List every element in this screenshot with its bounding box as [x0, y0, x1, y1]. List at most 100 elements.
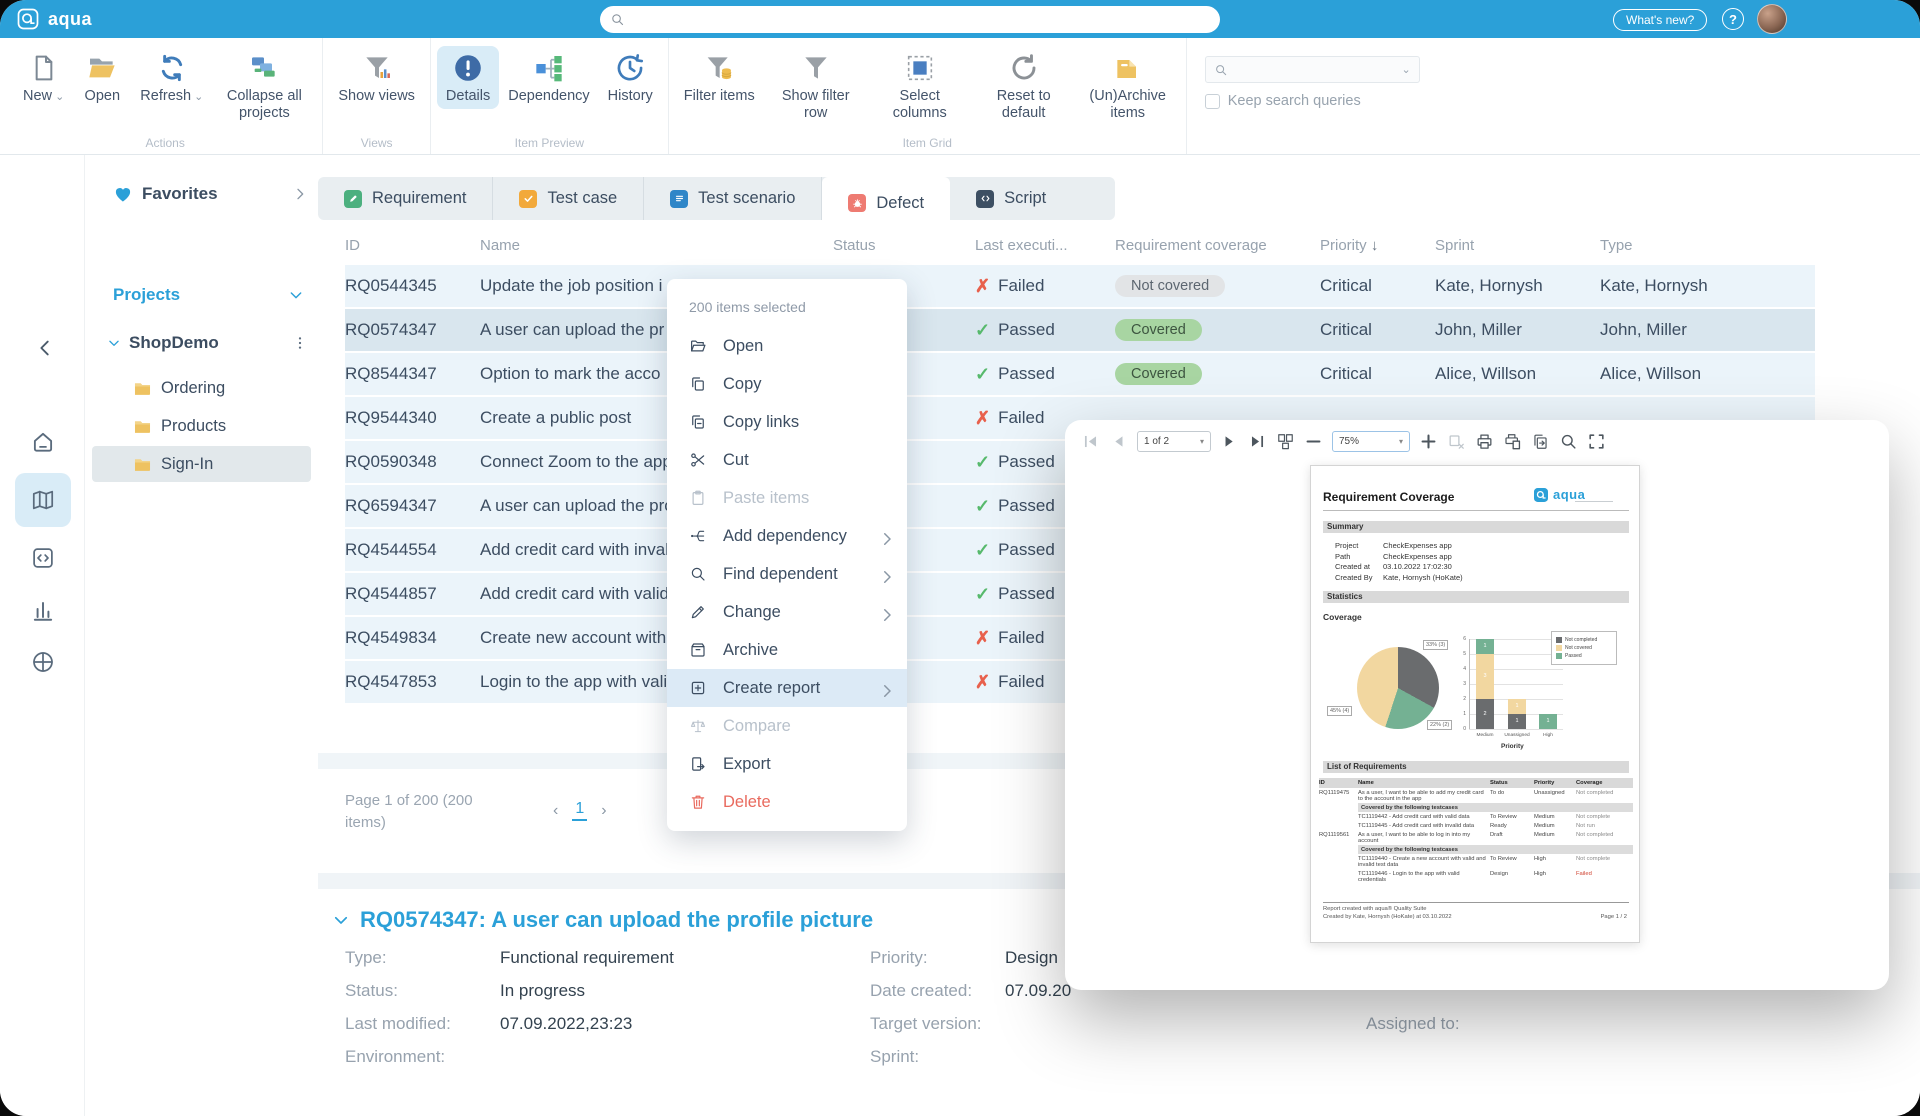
zoom-select[interactable]: 75% ▾	[1332, 430, 1410, 452]
kebab-menu-icon[interactable]	[292, 335, 308, 351]
pv-plus-icon[interactable]	[1419, 432, 1438, 451]
show-views-button[interactable]: Show views	[329, 46, 424, 109]
cell-id: RQ0590348	[345, 452, 437, 471]
table-row[interactable]: RQ0574347 A user can upload the pr ✓ Passed…	[345, 309, 1815, 351]
select-columns-button[interactable]: Select columns	[868, 46, 972, 126]
rail-item-home[interactable]	[15, 417, 71, 467]
reset-to-default-button[interactable]: Reset to default	[972, 46, 1076, 126]
whats-new-button[interactable]: What's new?	[1613, 9, 1708, 31]
dependency-button[interactable]: Dependency	[499, 46, 598, 109]
help-button[interactable]: ?	[1722, 8, 1744, 30]
passed-icon: ✓	[975, 539, 991, 560]
chevron-down-icon[interactable]	[107, 336, 121, 350]
menu-item-archive[interactable]: Archive	[667, 631, 907, 669]
menu-item-add-dependency[interactable]: Add dependency	[667, 517, 907, 555]
details-button[interactable]: Details	[436, 46, 500, 110]
column-header-requirement-coverage[interactable]: Requirement coverage	[1115, 237, 1320, 254]
refresh-button[interactable]: Refresh ⌄	[131, 46, 212, 109]
tree-item-products[interactable]: Products	[92, 408, 311, 444]
pv-layout-icon[interactable]	[1276, 432, 1295, 451]
chevron-right-icon[interactable]	[292, 186, 308, 202]
show-filter-row-button[interactable]: Show filter row	[764, 46, 868, 126]
collapse-all-projects-button[interactable]: Collapse all projects	[212, 46, 316, 126]
avatar[interactable]	[1757, 4, 1787, 34]
failed-icon: ✗	[975, 275, 991, 296]
table-row[interactable]: RQ8544347 Option to mark the acco ✓ Passed C…	[345, 353, 1815, 395]
pv-minus-icon[interactable]	[1304, 432, 1323, 451]
column-header-type[interactable]: Type	[1600, 237, 1815, 254]
tree-item-sign-in[interactable]: Sign-In	[92, 446, 311, 482]
tree-item-ordering[interactable]: Ordering	[92, 370, 311, 406]
column-header-sprint[interactable]: Sprint	[1435, 237, 1600, 254]
pv-print-page-icon[interactable]	[1503, 432, 1522, 451]
menu-item-change[interactable]: Change	[667, 593, 907, 631]
rail-item-grid-circle[interactable]	[15, 637, 71, 687]
tab-test-case[interactable]: Test case	[493, 177, 645, 220]
chevron-right-icon	[878, 530, 891, 545]
favorites-header[interactable]: Favorites	[113, 184, 308, 204]
open-button[interactable]: Open	[73, 46, 131, 109]
tree-root-shopdemo[interactable]: ShopDemo	[107, 333, 308, 353]
pv-last-icon[interactable]	[1248, 432, 1267, 451]
menu-item-cut[interactable]: Cut	[667, 441, 907, 479]
select-columns-icon	[904, 52, 936, 84]
global-search-input[interactable]	[633, 11, 1210, 28]
column-header-status[interactable]: Status	[833, 237, 975, 254]
column-header-last-executi-[interactable]: Last executi...	[975, 237, 1115, 254]
filter-items-button[interactable]: Filter items	[675, 46, 764, 109]
menu-item-delete[interactable]: Delete	[667, 783, 907, 821]
menu-item-open[interactable]: Open	[667, 327, 907, 365]
context-menu-header: 200 items selected	[689, 299, 806, 315]
collapse-sidebar-button[interactable]	[34, 337, 56, 359]
chevron-down-icon[interactable]	[332, 911, 350, 929]
menu-item-label: Paste items	[723, 488, 810, 507]
column-header-id[interactable]: ID	[345, 237, 480, 254]
next-page-button[interactable]: ›	[601, 802, 606, 820]
keep-search-queries-option[interactable]: Keep search queries	[1204, 93, 1420, 109]
ribbon-search-input[interactable]: ⌄	[1204, 56, 1420, 83]
rail-item-bar-chart[interactable]	[15, 585, 71, 635]
page-number[interactable]: 1	[572, 800, 588, 821]
rail-item-code-box[interactable]	[15, 533, 71, 583]
detail-header[interactable]: RQ0574347: A user can upload the profile…	[332, 907, 873, 933]
pv-first-icon	[1081, 432, 1100, 451]
create-report-icon	[689, 679, 707, 697]
column-header-name[interactable]: Name	[480, 237, 833, 254]
checkbox-icon[interactable]	[1204, 93, 1220, 109]
tab-test-scenario[interactable]: Test scenario	[644, 177, 823, 220]
menu-item-copy-links[interactable]: Copy links	[667, 403, 907, 441]
page-select-value: 1 of 2	[1144, 435, 1170, 447]
projects-header[interactable]: Projects	[113, 285, 304, 305]
bar-category-label: Unassigned	[1504, 733, 1530, 738]
pv-fullscreen-icon[interactable]	[1587, 432, 1606, 451]
menu-item-export[interactable]: Export	[667, 745, 907, 783]
new-button[interactable]: New ⌄	[14, 46, 73, 109]
bar-segment: 1	[1508, 699, 1526, 714]
tab-defect[interactable]: Defect	[822, 177, 951, 229]
-un-archive-items-button[interactable]: (Un)Archive items	[1076, 46, 1180, 126]
toolbar-button-label: Select columns	[892, 88, 947, 122]
tab-requirement[interactable]: Requirement	[318, 177, 494, 220]
search-icon[interactable]	[1559, 432, 1578, 451]
pv-print-icon[interactable]	[1475, 432, 1494, 451]
menu-item-label: Find dependent	[723, 564, 838, 583]
tab-script[interactable]: Script	[950, 177, 1072, 220]
menu-item-copy[interactable]: Copy	[667, 365, 907, 403]
global-search[interactable]	[600, 6, 1220, 33]
passed-icon: ✓	[975, 451, 991, 472]
table-row[interactable]: RQ0544345 Update the job position i ✗ Faile…	[345, 265, 1815, 307]
history-button[interactable]: History	[599, 46, 662, 109]
folder-icon	[133, 455, 152, 474]
column-header-priority[interactable]: Priority ↓	[1320, 237, 1435, 254]
menu-item-create-report[interactable]: Create report	[667, 669, 907, 707]
chevron-down-icon[interactable]: ⌄	[1401, 63, 1410, 76]
prev-page-button[interactable]: ‹	[553, 802, 558, 820]
tree-item-label: Products	[161, 416, 227, 435]
page-select[interactable]: 1 of 2 ▾	[1137, 430, 1211, 452]
rail-item-map[interactable]	[15, 473, 71, 527]
pv-next-icon[interactable]	[1220, 432, 1239, 451]
menu-item-label: Delete	[723, 792, 771, 811]
chevron-down-icon[interactable]	[288, 287, 304, 303]
menu-item-find-dependent[interactable]: Find dependent	[667, 555, 907, 593]
pv-export-icon[interactable]	[1531, 432, 1550, 451]
